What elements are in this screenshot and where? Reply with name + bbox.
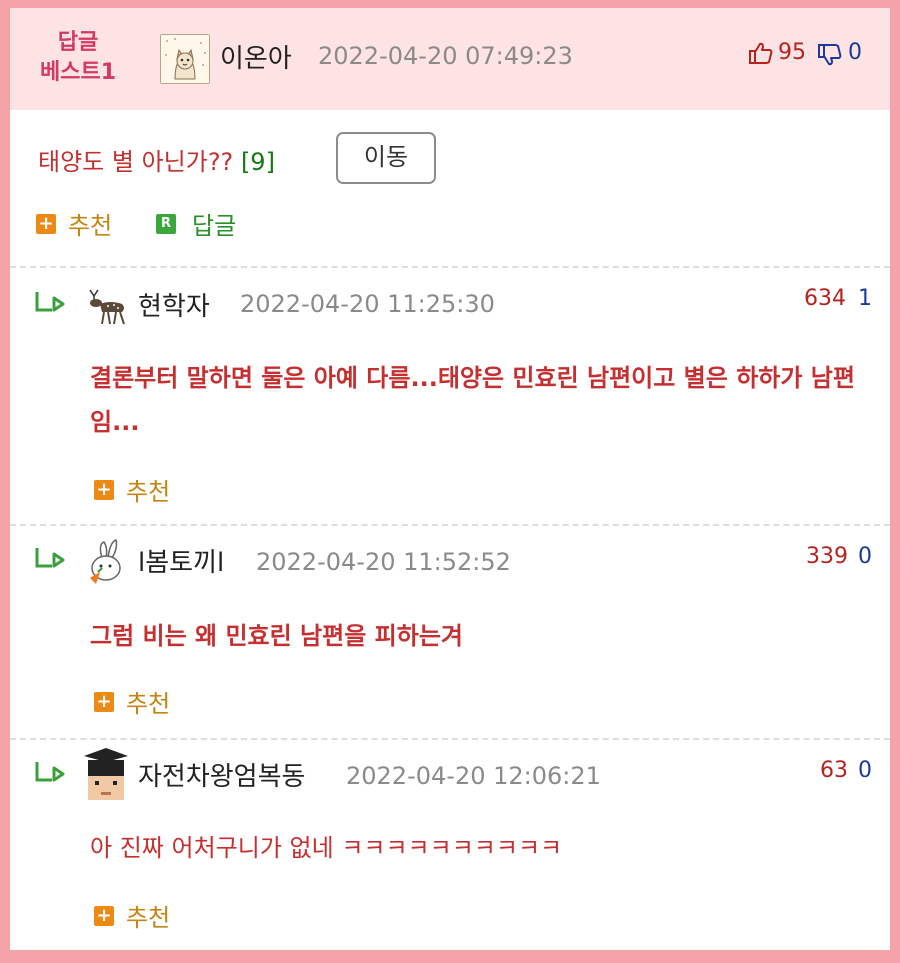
post-title[interactable]: 태양도 별 아닌가?? [9] bbox=[38, 142, 275, 177]
reply-badge-icon[interactable]: R bbox=[156, 214, 176, 234]
deer-avatar[interactable] bbox=[80, 284, 134, 332]
comment-date: 2022-04-20 11:52:52 bbox=[256, 548, 511, 576]
comment-text: 결론부터 말하면 둘은 아예 다름...태양은 민효린 남편이고 별은 하하가 … bbox=[90, 364, 855, 436]
rabbit-icon bbox=[90, 539, 121, 584]
reply-button[interactable]: 답글 bbox=[192, 206, 236, 241]
reply-arrow-icon bbox=[34, 760, 68, 788]
reply-arrow-icon bbox=[34, 290, 68, 318]
reply-count: [9] bbox=[240, 148, 275, 176]
divider bbox=[10, 738, 890, 740]
comment-author[interactable]: 현학자 bbox=[138, 286, 210, 323]
thumbs-down-icon[interactable] bbox=[817, 42, 843, 72]
recommend-button[interactable]: 추천 bbox=[126, 898, 170, 933]
comment-author[interactable]: l봄토끼l bbox=[138, 542, 224, 579]
plus-icon[interactable]: + bbox=[94, 906, 114, 926]
divider bbox=[10, 266, 890, 268]
post-up-count: 95 bbox=[778, 40, 806, 65]
plus-icon[interactable]: + bbox=[94, 480, 114, 500]
comment-down-count[interactable]: 0 bbox=[858, 544, 872, 569]
rabbit-avatar[interactable] bbox=[84, 538, 130, 590]
divider bbox=[10, 524, 890, 526]
graduate-icon bbox=[80, 748, 132, 802]
deer-icon bbox=[89, 289, 125, 325]
post-down-count: 0 bbox=[848, 40, 862, 65]
comment-up-count[interactable]: 339 bbox=[806, 544, 848, 569]
comment-text: 아 진짜 어처구니가 없네 ㅋㅋㅋㅋㅋㅋㅋㅋㅋㅋ bbox=[90, 834, 563, 862]
best-reply-header: 답글 베스트1 이온아 2022-04-20 07:49:23 95 0 bbox=[10, 8, 890, 110]
recommend-button[interactable]: 추천 bbox=[68, 206, 112, 241]
plus-icon[interactable]: + bbox=[36, 214, 56, 234]
cat-avatar-icon bbox=[161, 35, 209, 83]
comment-up-count[interactable]: 634 bbox=[804, 286, 846, 311]
comment-date: 2022-04-20 12:06:21 bbox=[346, 762, 601, 790]
avatar[interactable] bbox=[160, 34, 210, 84]
comment-down-count[interactable]: 0 bbox=[858, 758, 872, 783]
graduate-avatar[interactable] bbox=[80, 748, 132, 806]
move-button[interactable]: 이동 bbox=[336, 132, 436, 184]
post-date: 2022-04-20 07:49:23 bbox=[318, 42, 573, 70]
comment-date: 2022-04-20 11:25:30 bbox=[240, 290, 495, 318]
comment-up-count[interactable]: 63 bbox=[820, 758, 848, 783]
recommend-button[interactable]: 추천 bbox=[126, 472, 170, 507]
reply-arrow-icon bbox=[34, 546, 68, 574]
comment-down-count[interactable]: 1 bbox=[858, 286, 872, 311]
comment-author[interactable]: 자전차왕엄복동 bbox=[138, 756, 305, 793]
recommend-button[interactable]: 추천 bbox=[126, 684, 170, 719]
post-card: 답글 베스트1 이온아 2022-04-20 07:49:23 95 0 태양도… bbox=[10, 8, 890, 950]
best-reply-badge: 답글 베스트1 bbox=[39, 30, 117, 85]
plus-icon[interactable]: + bbox=[94, 692, 114, 712]
comment-text: 그럼 비는 왜 민효린 남편을 피하는겨 bbox=[90, 622, 463, 650]
post-author[interactable]: 이온아 bbox=[220, 38, 292, 75]
thumbs-up-icon[interactable] bbox=[748, 40, 774, 70]
